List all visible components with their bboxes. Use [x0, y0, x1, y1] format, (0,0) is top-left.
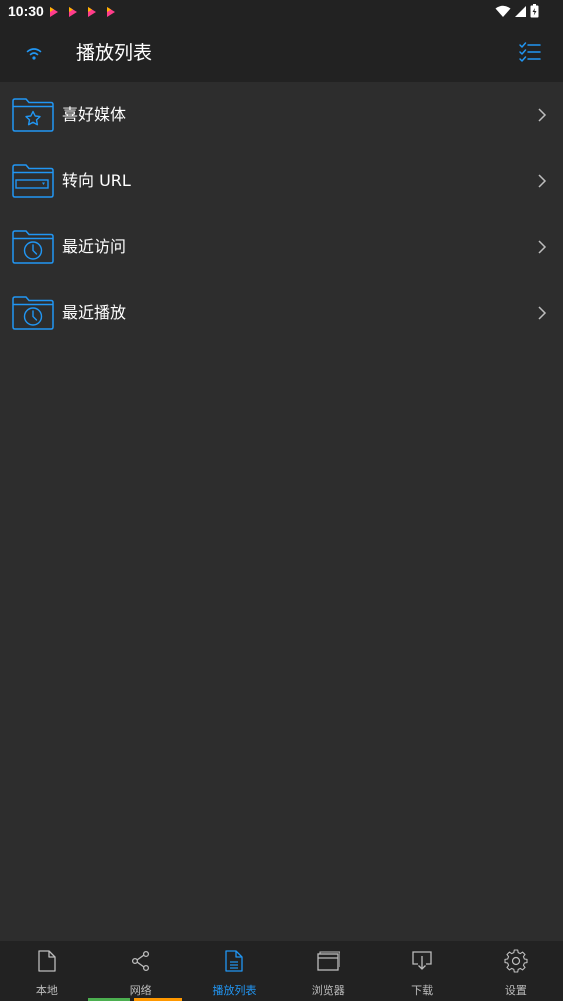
play-icon: [69, 7, 77, 17]
play-icon: [50, 7, 58, 17]
download-icon: [412, 951, 432, 970]
folder-url-icon: [12, 164, 54, 198]
nav-label: 下载: [411, 984, 434, 997]
settings-icon: [504, 949, 528, 973]
list-item-label: 转向 URL: [62, 171, 131, 190]
list-item-recent-visits[interactable]: 最近访问: [0, 214, 563, 280]
nav-label: 设置: [504, 984, 527, 997]
file-icon: [38, 950, 56, 972]
list-item-open-url[interactable]: 转向 URL: [0, 148, 563, 214]
status-time: 10:30: [8, 3, 44, 19]
nav-label: 播放列表: [212, 984, 257, 997]
nav-label: 网络: [129, 984, 152, 997]
chevron-right-icon: [538, 174, 547, 188]
bottom-nav: 本地 网络 播放列表 浏览器 下载 设置: [0, 941, 563, 1001]
folder-star-icon: [12, 98, 54, 132]
chevron-right-icon: [538, 306, 547, 320]
share-icon: [131, 950, 149, 972]
nav-label: 浏览器: [311, 984, 345, 997]
browser-icon: [317, 951, 341, 971]
nav-item-settings[interactable]: 设置: [469, 941, 563, 1001]
page-title: 播放列表: [76, 42, 153, 64]
list-item-label: 最近访问: [62, 237, 127, 256]
nav-item-network[interactable]: 网络: [94, 941, 188, 1001]
wifi-signal-icon: [495, 5, 511, 17]
play-icon: [88, 7, 96, 17]
playlist-file-icon: [225, 950, 244, 972]
list-item-label: 最近播放: [62, 303, 127, 322]
system-icons: [495, 4, 539, 18]
status-bar: 10:30: [0, 0, 563, 24]
folder-clock-icon: [12, 296, 54, 330]
folder-clock-icon: [12, 230, 54, 264]
battery-icon: [530, 4, 539, 18]
wifi-icon[interactable]: [21, 40, 47, 66]
cell-signal-icon: [515, 5, 526, 17]
chevron-right-icon: [538, 240, 547, 254]
play-icon: [107, 7, 115, 17]
list-item-favorites[interactable]: 喜好媒体: [0, 82, 563, 148]
notification-icons: [49, 6, 116, 18]
chevron-right-icon: [538, 108, 547, 122]
nav-item-local[interactable]: 本地: [0, 941, 94, 1001]
nav-item-download[interactable]: 下载: [375, 941, 469, 1001]
app-bar: 播放列表: [0, 24, 563, 82]
nav-item-playlist[interactable]: 播放列表: [188, 941, 282, 1001]
playlist-list: 喜好媒体 转向 URL 最近访问 最近播放: [0, 82, 563, 346]
list-item-recent-plays[interactable]: 最近播放: [0, 280, 563, 346]
nav-label: 本地: [35, 984, 58, 997]
list-item-label: 喜好媒体: [62, 105, 127, 124]
checklist-icon[interactable]: [517, 40, 543, 66]
nav-item-browser[interactable]: 浏览器: [281, 941, 375, 1001]
